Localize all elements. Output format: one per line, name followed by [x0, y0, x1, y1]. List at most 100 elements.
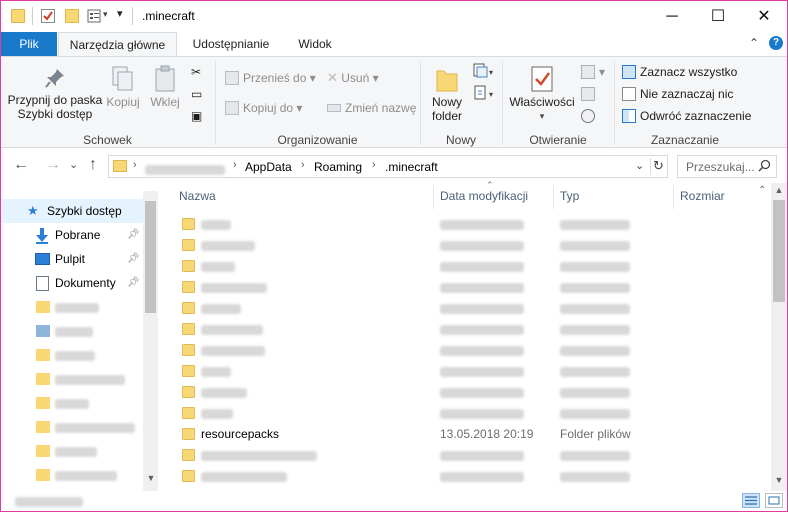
breadcrumb-roaming[interactable]: Roaming	[314, 160, 362, 174]
column-header-size[interactable]: Rozmiar	[680, 183, 725, 209]
folder-icon	[36, 469, 50, 481]
move-to-button[interactable]: Przenieś do ▾	[225, 69, 316, 87]
nav-item-hidden[interactable]	[1, 343, 143, 367]
table-row[interactable]	[176, 466, 766, 487]
paste-shortcut-icon[interactable]: ▣	[191, 107, 202, 125]
refresh-icon[interactable]: ↻	[653, 158, 664, 174]
nav-item-hidden[interactable]	[1, 415, 143, 439]
table-row[interactable]	[176, 445, 766, 466]
divider[interactable]	[673, 185, 674, 209]
recent-locations-button[interactable]: ⌄	[69, 158, 78, 171]
scrollbar-thumb[interactable]	[145, 201, 156, 313]
up-button[interactable]: ↑	[89, 156, 97, 174]
properties-qat-icon[interactable]	[41, 9, 55, 23]
table-row[interactable]: resourcepacks 13.05.2018 20:19 Folder pl…	[176, 424, 766, 445]
nav-pane-scrollbar[interactable]: ▼	[143, 191, 158, 491]
nav-item-hidden[interactable]	[1, 439, 143, 463]
back-button[interactable]: ←	[13, 156, 29, 174]
copy-button[interactable]: Kopiuj	[105, 65, 141, 109]
table-row[interactable]	[176, 340, 766, 361]
large-icons-view-button[interactable]	[765, 493, 783, 508]
folder-icon	[113, 160, 127, 172]
scroll-down-icon[interactable]: ▼	[143, 473, 159, 483]
column-header-type[interactable]: Typ	[560, 183, 579, 209]
divider[interactable]	[433, 185, 434, 209]
breadcrumb-hidden-user[interactable]	[145, 163, 225, 177]
search-input[interactable]: Przeszukaj...	[677, 155, 777, 178]
maximize-button[interactable]: ☐	[695, 1, 741, 32]
collapse-ribbon-icon[interactable]: ⌃	[749, 36, 759, 50]
nav-item-hidden[interactable]	[1, 367, 143, 391]
address-dropdown-icon[interactable]: ⌄	[635, 159, 644, 172]
close-button[interactable]: ✕	[741, 1, 787, 32]
pin-icon[interactable]: 📌︎	[127, 223, 140, 247]
pin-icon[interactable]: 📌︎	[127, 271, 140, 295]
pin-icon[interactable]: 📌︎	[127, 247, 140, 271]
select-all-label: Zaznacz wszystko	[640, 65, 738, 79]
table-row[interactable]	[176, 382, 766, 403]
copy-to-button[interactable]: Kopiuj do ▾	[225, 99, 302, 117]
tab-view[interactable]: Widok	[285, 32, 345, 56]
scrollbar-thumb[interactable]	[773, 200, 785, 302]
select-all-button[interactable]: Zaznacz wszystko	[622, 63, 737, 81]
address-bar[interactable]: › › AppData › Roaming › .minecraft ⌄ ↻	[108, 155, 668, 178]
properties-button[interactable]: Właściwości ▾	[507, 65, 577, 123]
pin-quick-access-button[interactable]: Przypnij do paska Szybki dostęp	[7, 67, 103, 121]
breadcrumb-minecraft[interactable]: .minecraft	[385, 160, 438, 174]
nav-item-desktop[interactable]: Pulpit 📌︎	[1, 247, 143, 271]
tab-share[interactable]: Udostępnianie	[181, 32, 281, 56]
column-collapse-icon[interactable]: ⌃	[758, 185, 766, 196]
breadcrumb-appdata[interactable]: AppData	[245, 160, 292, 174]
minimize-button[interactable]: ─	[649, 1, 695, 32]
scroll-down-icon[interactable]: ▼	[771, 475, 787, 485]
nav-item-label: Szybki dostęp	[47, 204, 122, 218]
nav-item-hidden[interactable]	[1, 295, 143, 319]
nav-item-quick-access[interactable]: ★ Szybki dostęp	[1, 199, 143, 223]
divider[interactable]	[553, 185, 554, 209]
search-icon[interactable]	[758, 159, 771, 175]
nav-item-hidden[interactable]	[1, 319, 143, 343]
invert-selection-button[interactable]: Odwróć zaznaczenie	[622, 107, 751, 125]
file-list-scrollbar[interactable]: ▲ ▼	[771, 183, 787, 491]
cut-icon[interactable]: ✂	[191, 63, 201, 81]
paste-button[interactable]: Wklej	[147, 65, 183, 109]
open-icon[interactable]: ▾	[581, 63, 605, 81]
table-row[interactable]	[176, 361, 766, 382]
view-qat-icon[interactable]	[87, 9, 101, 23]
table-row[interactable]	[176, 319, 766, 340]
edit-icon[interactable]	[581, 85, 599, 103]
folder-icon	[36, 421, 50, 433]
table-row[interactable]	[176, 403, 766, 424]
nav-item-hidden[interactable]	[1, 463, 143, 487]
table-row[interactable]	[176, 298, 766, 319]
new-folder-qat-icon[interactable]	[65, 9, 79, 23]
customize-qat-icon[interactable]: ▾	[117, 7, 123, 20]
star-icon: ★	[27, 203, 39, 218]
table-row[interactable]	[176, 214, 766, 235]
folder-icon	[36, 349, 50, 361]
scroll-up-icon[interactable]: ▲	[771, 185, 787, 195]
copy-to-label: Kopiuj do	[243, 101, 294, 115]
table-row[interactable]	[176, 277, 766, 298]
table-row[interactable]	[176, 235, 766, 256]
nav-item-downloads[interactable]: Pobrane 📌︎	[1, 223, 143, 247]
copy-path-icon[interactable]: ▭	[191, 85, 202, 103]
column-header-date[interactable]: Data modyfikacji	[440, 183, 528, 209]
new-folder-button[interactable]: Nowy folder	[425, 65, 469, 123]
new-item-icon[interactable]: ▾	[473, 63, 495, 81]
rename-button[interactable]: Zmień nazwę	[327, 99, 416, 117]
column-header-name[interactable]: Nazwa	[179, 183, 216, 209]
forward-button[interactable]: →	[45, 156, 61, 174]
delete-button[interactable]: ✕ Usuń ▾	[327, 69, 379, 87]
details-view-button[interactable]	[742, 493, 760, 508]
nav-item-hidden[interactable]	[1, 391, 143, 415]
tab-file[interactable]: Plik	[1, 32, 57, 56]
tab-home[interactable]: Narzędzia główne	[58, 32, 177, 56]
nav-item-documents[interactable]: Dokumenty 📌︎	[1, 271, 143, 295]
select-none-button[interactable]: Nie zaznaczaj nic	[622, 85, 733, 103]
table-row[interactable]	[176, 256, 766, 277]
easy-access-icon[interactable]: ▾	[473, 85, 495, 103]
qat-dropdown-icon[interactable]: ▾	[103, 9, 108, 20]
history-icon[interactable]	[581, 107, 599, 125]
help-button[interactable]: ?	[769, 36, 783, 50]
